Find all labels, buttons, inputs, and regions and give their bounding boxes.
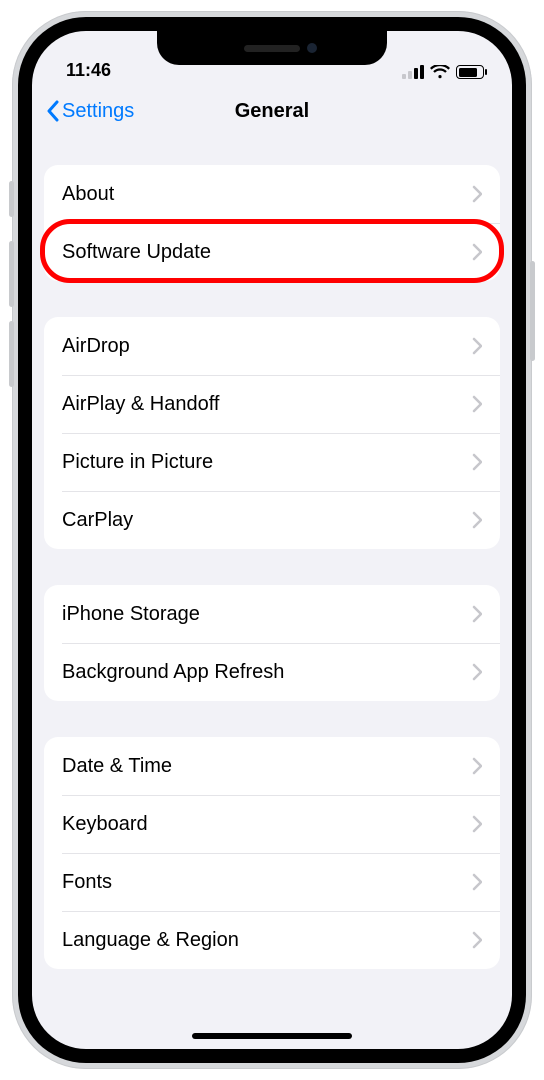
volume-up-button: [9, 241, 14, 307]
power-button: [530, 261, 535, 361]
row-software-update[interactable]: Software Update: [44, 223, 500, 281]
cellular-signal-icon: [402, 65, 424, 79]
row-keyboard[interactable]: Keyboard: [44, 795, 500, 853]
chevron-right-icon: [472, 663, 482, 681]
row-label: CarPlay: [62, 509, 133, 532]
row-carplay[interactable]: CarPlay: [44, 491, 500, 549]
front-camera: [307, 43, 317, 53]
chevron-right-icon: [472, 243, 482, 261]
row-airplay-handoff[interactable]: AirPlay & Handoff: [44, 375, 500, 433]
status-time: 11:46: [66, 60, 111, 81]
chevron-right-icon: [472, 873, 482, 891]
row-language-region[interactable]: Language & Region: [44, 911, 500, 969]
row-about[interactable]: About: [44, 165, 500, 223]
navigation-bar: Settings General: [32, 85, 512, 137]
battery-icon: [456, 65, 484, 79]
settings-group: Date & Time Keyboard Fonts Language & Regio…: [44, 737, 500, 969]
row-label: AirDrop: [62, 335, 130, 358]
settings-group: iPhone Storage Background App Refresh: [44, 585, 500, 701]
chevron-right-icon: [472, 337, 482, 355]
chevron-left-icon: [46, 100, 60, 122]
chevron-right-icon: [472, 757, 482, 775]
row-fonts[interactable]: Fonts: [44, 853, 500, 911]
row-picture-in-picture[interactable]: Picture in Picture: [44, 433, 500, 491]
row-label: AirPlay & Handoff: [62, 393, 220, 416]
row-label: Picture in Picture: [62, 451, 213, 474]
row-label: Software Update: [62, 241, 211, 264]
row-label: Date & Time: [62, 755, 172, 778]
row-iphone-storage[interactable]: iPhone Storage: [44, 585, 500, 643]
row-label: Keyboard: [62, 813, 148, 836]
chevron-right-icon: [472, 185, 482, 203]
wifi-icon: [430, 65, 450, 79]
mute-switch: [9, 181, 14, 217]
chevron-right-icon: [472, 931, 482, 949]
row-label: Background App Refresh: [62, 661, 284, 684]
home-indicator[interactable]: [192, 1033, 352, 1039]
volume-down-button: [9, 321, 14, 387]
settings-group: About Software Update: [44, 165, 500, 281]
chevron-right-icon: [472, 453, 482, 471]
notch: [157, 31, 387, 65]
row-label: Language & Region: [62, 929, 239, 952]
chevron-right-icon: [472, 815, 482, 833]
settings-group: AirDrop AirPlay & Handoff Picture in Pictu…: [44, 317, 500, 549]
row-background-app-refresh[interactable]: Background App Refresh: [44, 643, 500, 701]
chevron-right-icon: [472, 511, 482, 529]
row-label: Fonts: [62, 871, 112, 894]
back-button[interactable]: Settings: [40, 96, 140, 127]
back-button-label: Settings: [62, 100, 134, 123]
chevron-right-icon: [472, 605, 482, 623]
settings-content[interactable]: About Software Update AirDrop AirPlay & Han…: [32, 137, 512, 1049]
chevron-right-icon: [472, 395, 482, 413]
screen: 11:46 Settings General: [32, 31, 512, 1049]
row-label: iPhone Storage: [62, 603, 200, 626]
speaker-grille: [244, 45, 300, 52]
row-label: About: [62, 183, 114, 206]
row-airdrop[interactable]: AirDrop: [44, 317, 500, 375]
row-date-time[interactable]: Date & Time: [44, 737, 500, 795]
device-frame: 11:46 Settings General: [12, 11, 532, 1069]
